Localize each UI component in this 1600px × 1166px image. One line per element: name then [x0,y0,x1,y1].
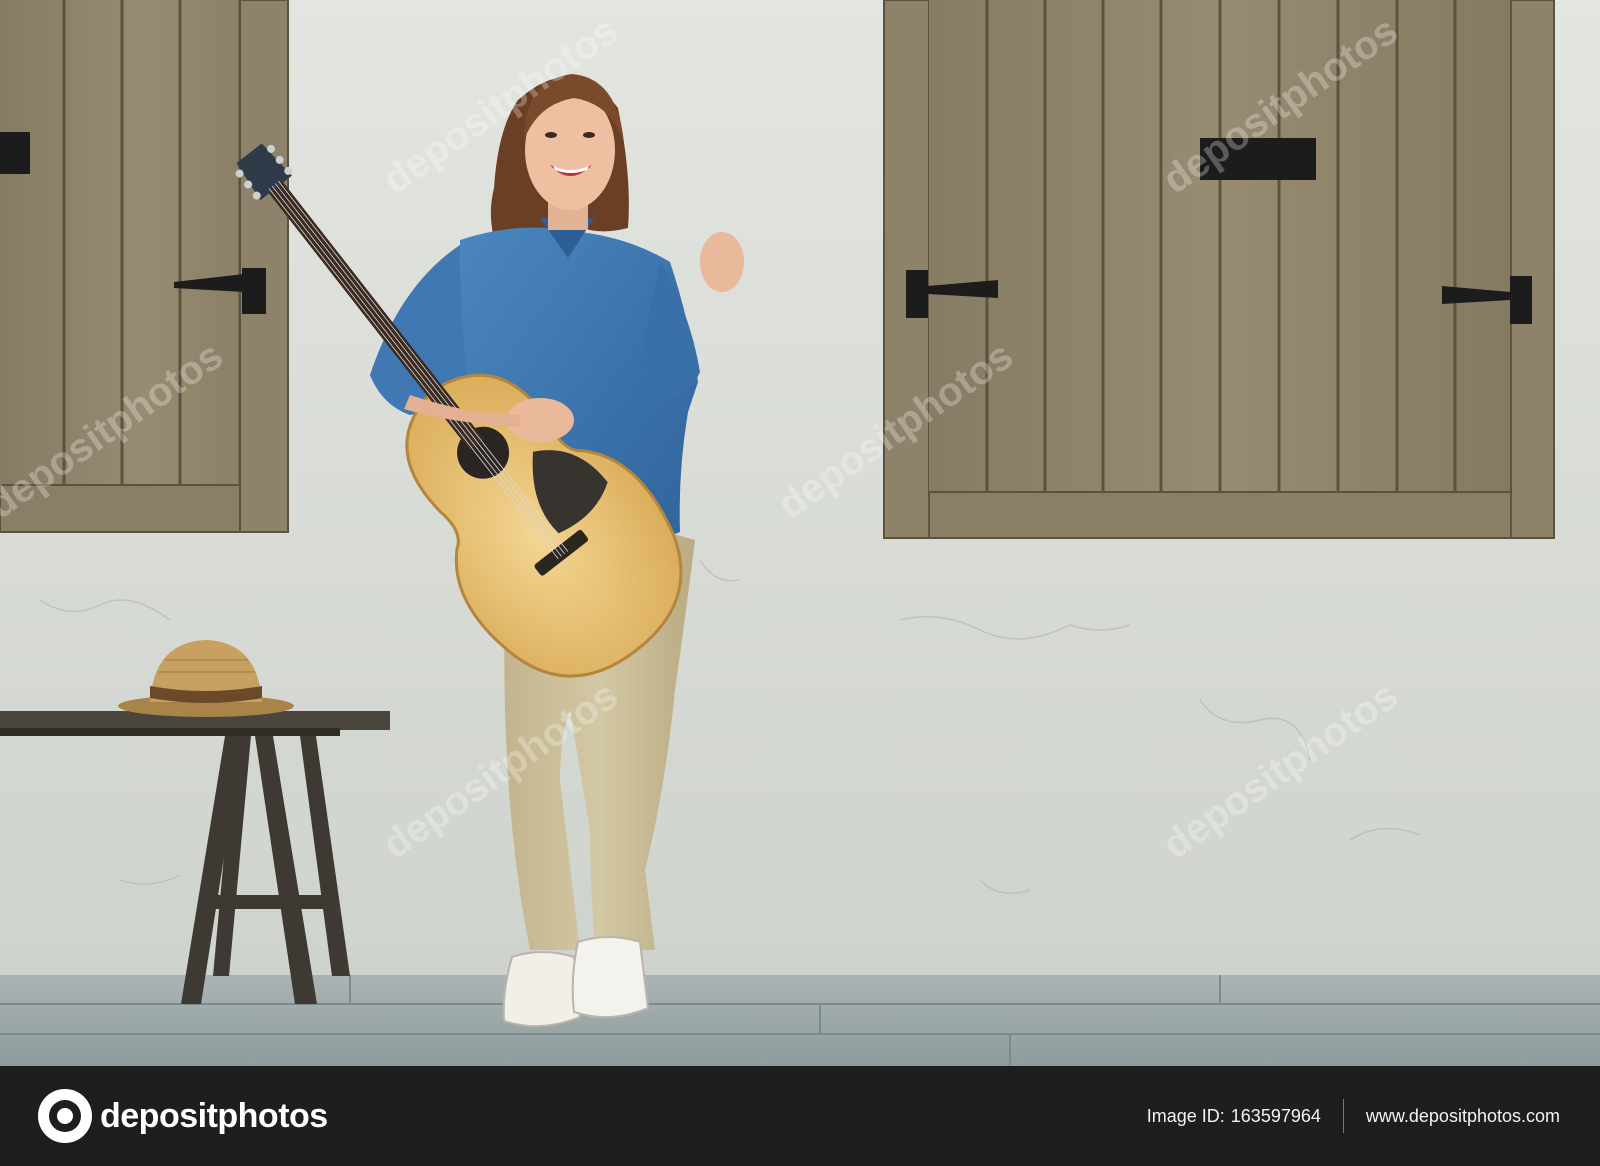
depositphotos-logo-icon [38,1089,92,1143]
image-id-label: Image ID: [1146,1105,1225,1126]
footer-bar: depositphotos Image ID: 163597964 www.de… [0,1066,1600,1166]
stock-photo-viewer: depositphotos depositphotos depositphoto… [0,0,1600,1166]
divider [1342,1099,1344,1133]
photo-scene: depositphotos depositphotos depositphoto… [0,0,1600,1066]
right-shutter [883,0,1555,539]
brand-logo[interactable]: depositphotos [38,1088,328,1144]
image-meta: Image ID: 163597964 www.depositphotos.co… [1147,1066,1560,1166]
brand-name: depositphotos [100,1096,328,1135]
image-id-value: 163597964 [1230,1105,1321,1126]
site-link[interactable]: www.depositphotos.com [1366,1106,1560,1127]
wooden-floor [0,975,1600,1066]
photo: depositphotos depositphotos depositphoto… [0,0,1600,1066]
woman-left-hand [700,232,744,292]
